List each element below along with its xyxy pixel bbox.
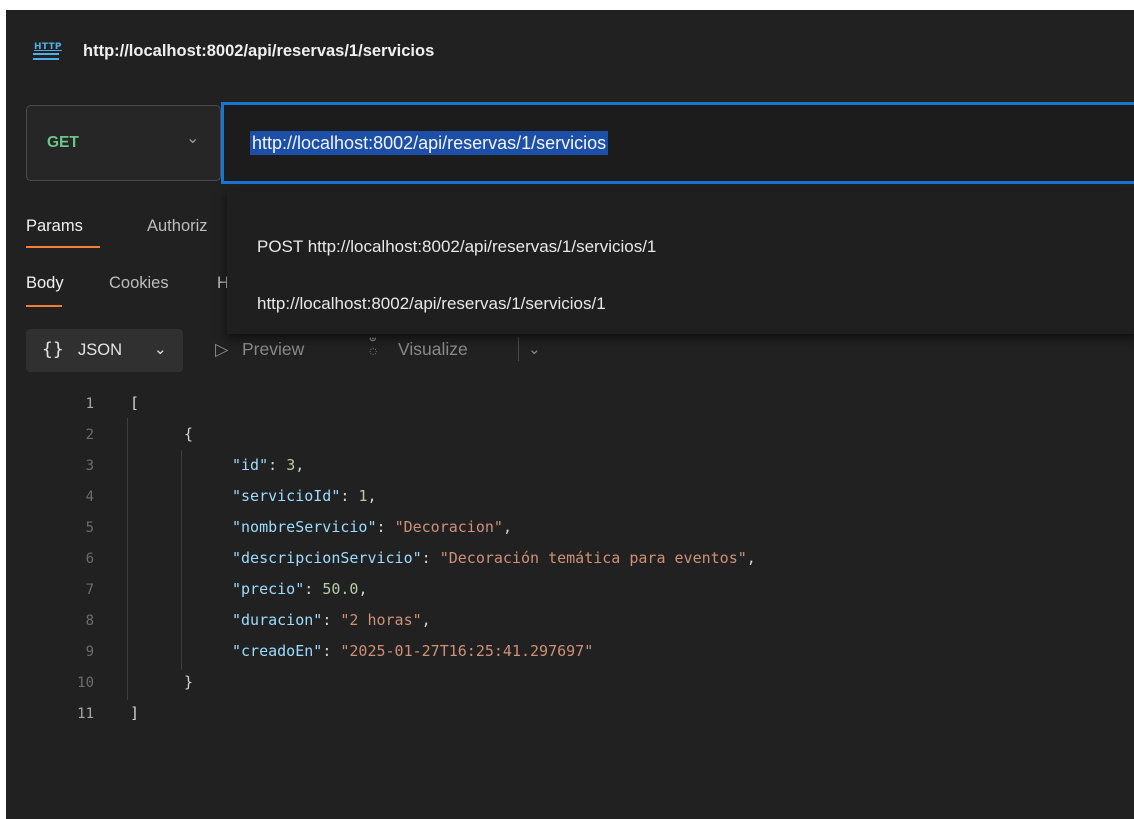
suggestion-item[interactable]: http://localhost:8002/api/reservas/1/ser… <box>257 294 606 314</box>
line-number: 8 <box>85 613 94 629</box>
json-braces-icon: {} <box>42 339 64 360</box>
chevron-down-icon: ⌄ <box>186 130 200 147</box>
json-open-brace: { <box>184 425 194 443</box>
line-number: 9 <box>85 644 94 660</box>
body-format-label: JSON <box>78 341 123 359</box>
json-field-duracion: "duracion": "2 horas", <box>232 611 431 629</box>
chevron-down-icon[interactable]: ⌄ <box>528 340 541 358</box>
play-icon: ▷ <box>215 339 229 359</box>
json-open-bracket: [ <box>130 394 140 412</box>
visualize-icon: ఀ <box>368 339 379 359</box>
json-close-brace: } <box>184 673 194 691</box>
line-number: 1 <box>85 396 94 412</box>
tab-cookies[interactable]: Cookies <box>109 274 169 293</box>
line-number: 10 <box>77 675 94 691</box>
toolbar-divider <box>518 337 519 361</box>
request-title-bar: HTTP http://localhost:8002/api/reservas/… <box>6 10 1134 86</box>
url-suggestions-dropdown: POST http://localhost:8002/api/reservas/… <box>227 190 1134 334</box>
url-input[interactable]: http://localhost:8002/api/reservas/1/ser… <box>221 102 1134 184</box>
postman-window: HTTP http://localhost:8002/api/reservas/… <box>6 10 1134 819</box>
tab-params-underline <box>26 246 100 248</box>
visualize-button[interactable]: Visualize <box>398 339 468 360</box>
line-number: 7 <box>85 582 94 598</box>
tab-body[interactable]: Body <box>26 274 64 293</box>
line-number: 2 <box>85 427 94 443</box>
json-field-descripcionServicio: "descripcionServicio": "Decoración temát… <box>232 549 756 567</box>
line-number: 4 <box>85 489 94 505</box>
line-number: 6 <box>85 551 94 567</box>
request-title[interactable]: http://localhost:8002/api/reservas/1/ser… <box>83 42 434 61</box>
method-select[interactable]: GET ⌄ <box>26 105 221 181</box>
json-field-id: "id": 3, <box>232 456 305 474</box>
line-number: 5 <box>85 520 94 536</box>
http-request-icon: HTTP <box>33 40 62 62</box>
json-field-precio: "precio": 50.0, <box>232 580 368 598</box>
line-number: 3 <box>85 458 94 474</box>
tab-body-underline <box>26 305 62 307</box>
chevron-down-icon: ⌄ <box>154 341 167 358</box>
json-field-nombreServicio: "nombreServicio": "Decoracion", <box>232 518 512 536</box>
tab-authorization[interactable]: Authoriz <box>147 217 208 236</box>
suggestion-item[interactable]: POST http://localhost:8002/api/reservas/… <box>257 237 656 257</box>
method-label: GET <box>47 134 79 151</box>
json-close-bracket: ] <box>130 704 140 722</box>
url-input-value[interactable]: http://localhost:8002/api/reservas/1/ser… <box>250 131 609 155</box>
body-format-select[interactable]: {} JSON ⌄ <box>26 329 183 372</box>
preview-button[interactable]: Preview <box>242 339 304 360</box>
tab-params[interactable]: Params <box>26 217 83 236</box>
json-field-creadoEn: "creadoEn": "2025-01-27T16:25:41.297697" <box>232 642 594 660</box>
indent-guide <box>181 450 182 670</box>
indent-guide <box>127 418 128 700</box>
line-number: 11 <box>77 706 94 722</box>
json-field-servicioId: "servicioId": 1, <box>232 487 377 505</box>
